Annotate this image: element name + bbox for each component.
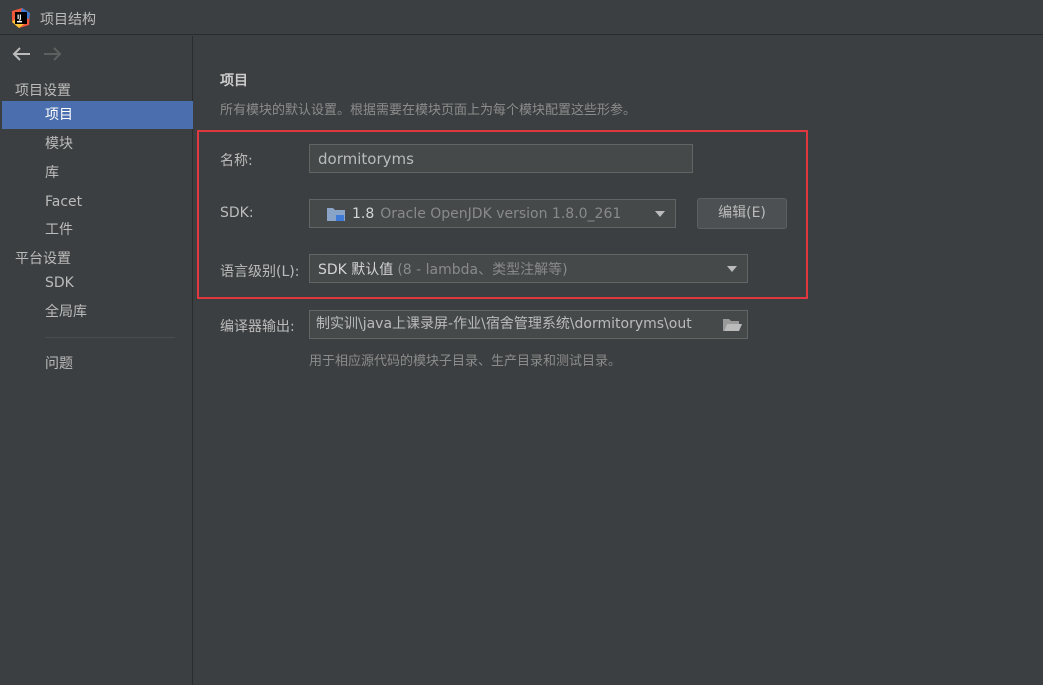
language-level-dropdown[interactable]: SDK 默认值 (8 - lambda、类型注解等): [309, 254, 748, 283]
edit-sdk-button[interactable]: 编辑(E): [697, 198, 787, 229]
title-bar: IJ 项目结构: [0, 0, 1043, 35]
back-arrow-icon[interactable]: [10, 44, 32, 64]
intellij-app-icon: IJ: [12, 8, 30, 28]
sdk-detail: Oracle OpenJDK version 1.8.0_261: [380, 205, 622, 222]
sidebar-item-facets[interactable]: Facet: [2, 188, 193, 216]
compiler-output-hint: 用于相应源代码的模块子目录、生产目录和测试目录。: [309, 354, 622, 369]
chevron-down-icon: [727, 266, 737, 272]
page-title: 项目: [220, 73, 248, 89]
svg-text:IJ: IJ: [17, 14, 21, 21]
sidebar-header-project-settings: 项目设置: [15, 83, 71, 99]
compiler-output-path: 制实训\java上课录屏-作业\宿舍管理系统\dormitoryms\out: [316, 316, 692, 332]
sidebar-item-problems[interactable]: 问题: [2, 350, 193, 378]
page-description: 所有模块的默认设置。根据需要在模块页面上为每个模块配置这些形参。: [220, 103, 637, 118]
sidebar: 项目设置 项目 模块 库 Facet 工件 平台设置 SDK 全局库 问题: [0, 36, 193, 685]
window-title: 项目结构: [40, 12, 96, 28]
sidebar-item-sdks[interactable]: SDK: [2, 269, 193, 297]
folder-open-icon[interactable]: [721, 316, 743, 334]
language-level-detail: (8 - lambda、类型注解等): [397, 261, 568, 278]
sidebar-item-global-libraries[interactable]: 全局库: [2, 298, 193, 326]
sidebar-item-libraries[interactable]: 库: [2, 159, 193, 187]
language-level-label: 语言级别(L):: [220, 264, 300, 280]
sdk-dropdown[interactable]: 1.8 Oracle OpenJDK version 1.8.0_261: [309, 199, 676, 228]
sidebar-divider: [45, 337, 175, 338]
sidebar-item-modules[interactable]: 模块: [2, 130, 193, 158]
project-name-input[interactable]: [309, 144, 693, 173]
forward-arrow-icon[interactable]: [42, 44, 64, 64]
sidebar-item-project[interactable]: 项目: [2, 101, 193, 129]
language-level-value: SDK 默认值: [318, 261, 394, 278]
folder-icon: [327, 207, 345, 221]
project-settings-panel: 项目 所有模块的默认设置。根据需要在模块页面上为每个模块配置这些形参。 名称: …: [194, 36, 1043, 685]
compiler-output-label: 编译器输出:: [220, 319, 295, 335]
sidebar-header-platform-settings: 平台设置: [15, 251, 71, 267]
sdk-version: 1.8: [352, 205, 375, 222]
sdk-label: SDK:: [220, 205, 254, 221]
sidebar-item-artifacts[interactable]: 工件: [2, 216, 193, 244]
compiler-output-field[interactable]: 制实训\java上课录屏-作业\宿舍管理系统\dormitoryms\out: [309, 310, 748, 339]
name-label: 名称:: [220, 153, 253, 169]
chevron-down-icon: [655, 211, 665, 217]
